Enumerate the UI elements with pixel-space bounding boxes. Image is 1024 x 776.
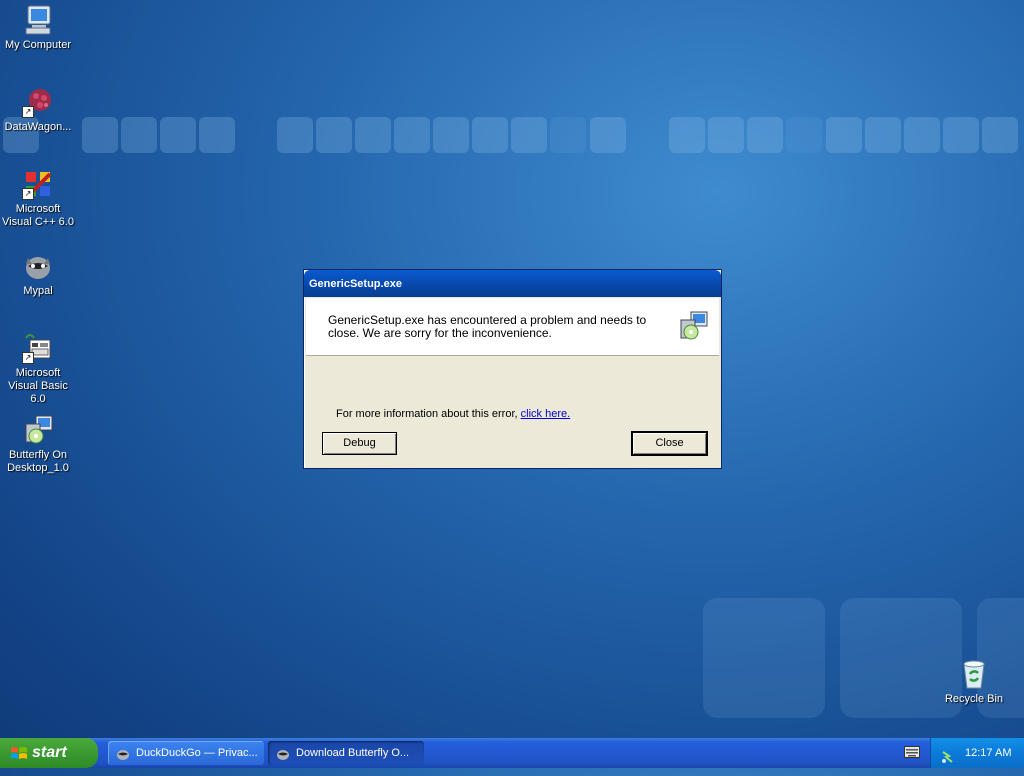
my-computer-icon xyxy=(22,4,54,36)
desktop-icon-label: Recycle Bin xyxy=(944,693,1004,705)
installer-icon xyxy=(677,310,709,342)
desktop-icon-label: Microsoft Visual Basic 6.0 xyxy=(8,367,68,405)
mypal-icon xyxy=(22,250,54,282)
mypal-icon xyxy=(116,746,130,760)
click-here-link[interactable]: click here. xyxy=(521,408,571,420)
desktop-icon-visual-basic[interactable]: ↗ Microsoft Visual Basic 6.0 xyxy=(0,332,76,406)
datawagon-icon: ↗ xyxy=(22,86,54,118)
dialog-title[interactable]: GenericSetup.exe xyxy=(304,270,721,297)
desktop-icon-visual-cpp[interactable]: ↗ Microsoft Visual C++ 6.0 xyxy=(0,168,76,229)
desktop-icon-recycle-bin[interactable]: Recycle Bin xyxy=(936,658,1012,706)
desktop-icon-label: Microsoft Visual C++ 6.0 xyxy=(2,203,74,228)
visual-cpp-icon: ↗ xyxy=(22,168,54,200)
desktop-icon-butterfly-installer[interactable]: Butterfly On Desktop_1.0 xyxy=(0,414,76,475)
network-icon[interactable] xyxy=(941,746,955,763)
mypal-icon xyxy=(276,746,290,760)
recycle-bin-icon xyxy=(958,658,990,690)
desktop-icon-mypal[interactable]: Mypal xyxy=(0,250,76,298)
installer-icon xyxy=(22,414,54,446)
desktop-icon-label: My Computer xyxy=(4,39,72,51)
start-button[interactable]: start xyxy=(0,738,98,768)
taskbar-item-label: Download Butterfly O... xyxy=(296,747,410,759)
desktop-icon-label: DataWagon... xyxy=(4,121,72,133)
taskbar-item-download-butterfly[interactable]: Download Butterfly O... xyxy=(268,741,424,765)
clock[interactable]: 12:17 AM xyxy=(965,738,1011,768)
windows-flag-icon xyxy=(10,744,28,762)
shortcut-arrow-icon: ↗ xyxy=(22,106,34,118)
more-info-line: For more information about this error, c… xyxy=(336,408,570,420)
shortcut-arrow-icon: ↗ xyxy=(22,352,34,364)
shortcut-arrow-icon: ↗ xyxy=(22,188,34,200)
taskbar-item-label: DuckDuckGo — Privac... xyxy=(136,747,258,759)
desktop-icon-datawagon[interactable]: ↗ DataWagon... xyxy=(0,86,76,134)
debug-button[interactable]: Debug xyxy=(322,432,397,455)
system-tray: 12:17 AM xyxy=(930,738,1024,768)
taskbar: start DuckDuckGo — Privac... Download Bu… xyxy=(0,738,1024,768)
error-dialog: GenericSetup.exe GenericSetup.exe has en… xyxy=(303,269,722,469)
background-tile-row xyxy=(0,117,1024,154)
desktop-icon-label: Butterfly On Desktop_1.0 xyxy=(7,449,69,474)
keyboard-icon[interactable] xyxy=(904,746,920,758)
desktop-icon-my-computer[interactable]: My Computer xyxy=(0,4,76,52)
dialog-message: GenericSetup.exe has encountered a probl… xyxy=(328,313,647,340)
visual-basic-icon: ↗ xyxy=(22,332,54,364)
start-label: start xyxy=(32,744,67,761)
close-button[interactable]: Close xyxy=(631,431,708,456)
desktop-icon-label: Mypal xyxy=(23,285,53,297)
dialog-message-pane: GenericSetup.exe has encountered a probl… xyxy=(306,298,719,356)
more-info-text: For more information about this error, xyxy=(336,408,521,420)
taskbar-item-duckduckgo[interactable]: DuckDuckGo — Privac... xyxy=(108,741,264,765)
